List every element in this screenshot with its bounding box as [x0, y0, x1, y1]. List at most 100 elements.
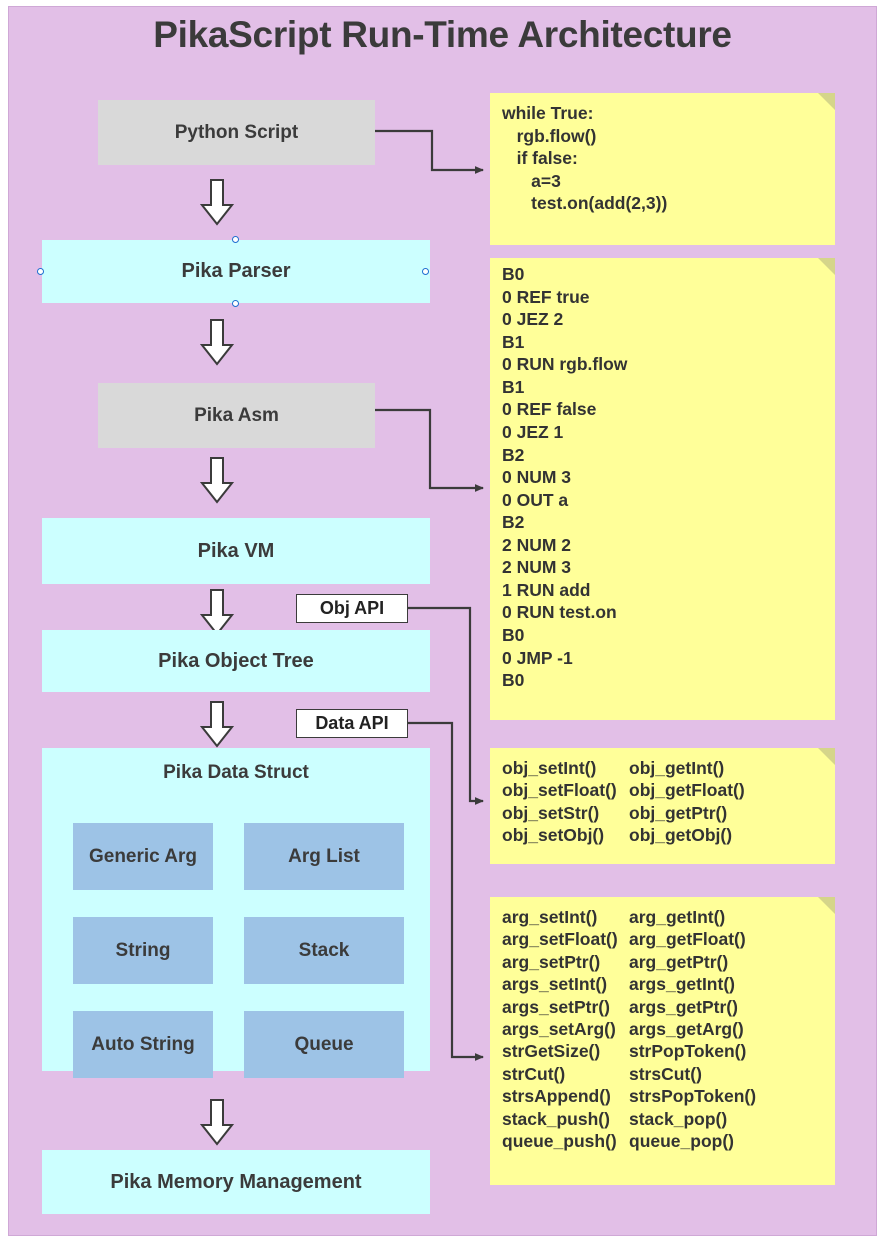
api-function-row: strGetSize() strPopToken(): [502, 1040, 835, 1062]
flow-label-pika-object-tree: Pika Object Tree: [158, 649, 314, 672]
api-function-name: arg_setFloat(): [502, 929, 618, 950]
code-line: while True:: [502, 103, 594, 123]
api-function-name: args_getArg(): [629, 1018, 744, 1039]
api-function-name: obj_getFloat(): [629, 780, 745, 801]
api-function-row: obj_setObj() obj_getObj(): [502, 824, 835, 846]
api-function-name: strGetSize(): [502, 1041, 601, 1062]
api-function-name: obj_getObj(): [629, 825, 733, 846]
api-function-row: obj_setInt() obj_getInt(): [502, 757, 835, 779]
asm-line: B2: [502, 444, 525, 465]
api-function-name: obj_setObj(): [502, 825, 605, 846]
data-struct-label: String: [115, 939, 171, 961]
api-function-row: arg_setFloat() arg_getFloat(): [502, 928, 835, 950]
asm-line: 0 REF false: [502, 399, 597, 420]
note-data-api-rows: arg_setInt() arg_getInt() arg_setFloat()…: [490, 897, 835, 1152]
api-tag-data-api[interactable]: Data API: [296, 709, 408, 738]
note-obj-api-rows: obj_setInt() obj_getInt() obj_setFloat()…: [490, 748, 835, 847]
api-function-name: strCut(): [502, 1063, 566, 1084]
down-arrow-icon: [199, 178, 235, 226]
api-function-name: strsCut(): [629, 1063, 702, 1084]
data-struct-item-stack[interactable]: Stack: [244, 917, 404, 984]
asm-line: 1 RUN add: [502, 579, 591, 600]
api-function-name: obj_getInt(): [629, 758, 725, 778]
code-line: a=3: [502, 170, 561, 191]
api-function-row: obj_setFloat() obj_getFloat(): [502, 779, 835, 801]
api-tag-label: Data API: [315, 713, 389, 733]
down-arrow-icon: [199, 1098, 235, 1146]
asm-line: B0: [502, 264, 525, 284]
selection-handle-icon[interactable]: [37, 268, 44, 275]
down-arrow-icon: [199, 588, 235, 636]
asm-line: B1: [502, 376, 525, 397]
api-function-name: obj_setInt(): [502, 758, 597, 778]
api-function-row: queue_push() queue_pop(): [502, 1130, 835, 1152]
flow-box-pika-parser[interactable]: Pika Parser: [42, 240, 430, 303]
data-struct-item-string[interactable]: String: [73, 917, 213, 984]
flow-label-pika-vm: Pika VM: [197, 539, 275, 562]
page-title: PikaScript Run-Time Architecture: [153, 14, 732, 55]
flow-box-python-script[interactable]: Python Script: [98, 100, 375, 165]
api-function-name: stack_pop(): [629, 1108, 728, 1129]
api-tag-obj-api[interactable]: Obj API: [296, 594, 408, 623]
down-arrow-icon: [199, 700, 235, 748]
asm-line: 2 NUM 2: [502, 534, 572, 555]
data-struct-label: Queue: [294, 1033, 354, 1055]
diagram-canvas: PikaScript Run-Time Architecture Python …: [0, 0, 885, 1242]
selection-handle-icon[interactable]: [232, 300, 239, 307]
flow-label-pika-memory-management: Pika Memory Management: [110, 1170, 362, 1193]
data-struct-item-auto-string[interactable]: Auto String: [73, 1011, 213, 1078]
data-struct-item-queue[interactable]: Queue: [244, 1011, 404, 1078]
asm-line: 2 NUM 3: [502, 557, 572, 578]
down-arrow-icon: [199, 456, 235, 504]
code-line: if false:: [502, 148, 578, 169]
note-python-code-lines: while True: rgb.flow() if false: a=3 tes…: [490, 93, 835, 215]
api-function-name: arg_setInt(): [502, 907, 598, 927]
api-function-name: strPopToken(): [629, 1041, 747, 1062]
data-struct-label: Generic Arg: [88, 845, 198, 867]
flow-label-pika-asm: Pika Asm: [194, 404, 279, 426]
api-function-name: args_setInt(): [502, 974, 608, 995]
note-asm-listing: B0 0 REF true 0 JEZ 2 B1 0 RUN rgb.flow …: [490, 258, 835, 720]
asm-line: B1: [502, 331, 525, 352]
asm-line: B0: [502, 625, 525, 645]
api-function-name: arg_getPtr(): [629, 951, 729, 972]
note-asm-listing-lines: B0 0 REF true 0 JEZ 2 B1 0 RUN rgb.flow …: [490, 258, 835, 692]
down-arrow-icon: [199, 318, 235, 366]
note-data-api-functions: arg_setInt() arg_getInt() arg_setFloat()…: [490, 897, 835, 1185]
api-function-name: arg_setPtr(): [502, 951, 601, 972]
api-function-row: strsAppend() strsPopToken(): [502, 1085, 835, 1107]
api-function-name: strsAppend(): [502, 1086, 611, 1107]
asm-line: 0 REF true: [502, 286, 590, 307]
api-function-name: arg_getFloat(): [629, 929, 746, 950]
api-function-name: obj_getPtr(): [629, 802, 728, 823]
flow-box-pika-asm[interactable]: Pika Asm: [98, 383, 375, 448]
api-function-row: strCut() strsCut(): [502, 1063, 835, 1085]
api-function-name: args_getInt(): [629, 974, 735, 995]
flow-box-pika-object-tree[interactable]: Pika Object Tree: [42, 630, 430, 692]
asm-line: B2: [502, 512, 525, 533]
note-obj-api-functions: obj_setInt() obj_getInt() obj_setFloat()…: [490, 748, 835, 864]
api-function-name: queue_push(): [502, 1130, 617, 1151]
flow-label-pika-parser: Pika Parser: [181, 260, 291, 282]
asm-line: 0 JEZ 2: [502, 309, 564, 330]
flow-box-pika-memory-management[interactable]: Pika Memory Management: [42, 1150, 430, 1214]
asm-line: 0 RUN test.on: [502, 602, 617, 623]
data-struct-item-arg-list[interactable]: Arg List: [244, 823, 404, 890]
flow-box-pika-vm[interactable]: Pika VM: [42, 518, 430, 584]
selection-handle-icon[interactable]: [232, 236, 239, 243]
api-function-name: args_setArg(): [502, 1018, 616, 1039]
selection-handle-icon[interactable]: [422, 268, 429, 275]
data-struct-label: Auto String: [91, 1033, 195, 1055]
flow-label-pika-data-struct: Pika Data Struct: [163, 762, 309, 783]
asm-line: B0: [502, 670, 525, 691]
code-line: rgb.flow(): [502, 125, 597, 146]
asm-line: 0 RUN rgb.flow: [502, 354, 628, 375]
api-function-name: queue_pop(): [629, 1130, 734, 1151]
asm-line: 0 JEZ 1: [502, 421, 564, 442]
data-struct-label: Arg List: [288, 845, 360, 867]
flow-label-python-script: Python Script: [174, 121, 299, 143]
data-struct-item-generic-arg[interactable]: Generic Arg: [73, 823, 213, 890]
api-function-row: args_setInt() args_getInt(): [502, 973, 835, 995]
api-function-name: obj_setStr(): [502, 802, 600, 823]
api-function-row: args_setArg() args_getArg(): [502, 1018, 835, 1040]
